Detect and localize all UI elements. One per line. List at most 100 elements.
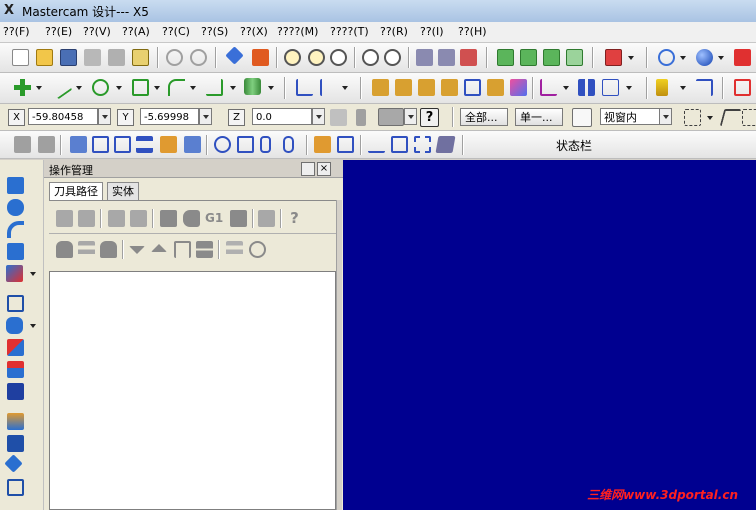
menu-analyze[interactable]: ??(A) — [122, 25, 150, 38]
feature-icon[interactable] — [7, 479, 24, 496]
curve-icon[interactable] — [7, 221, 24, 238]
draft-icon[interactable] — [7, 339, 24, 356]
scroll-icon[interactable] — [196, 241, 213, 258]
circle-icon[interactable] — [92, 79, 109, 96]
zoom-window-icon[interactable] — [284, 49, 301, 66]
undo-icon[interactable] — [166, 49, 183, 66]
rectangle-icon[interactable] — [132, 79, 149, 96]
menu-machine[interactable]: ????(M) — [277, 25, 318, 38]
operation-icon[interactable] — [14, 136, 31, 153]
rotate-icon[interactable] — [658, 49, 675, 66]
layout-icon[interactable] — [7, 435, 24, 452]
z-coordinate-label[interactable]: Z — [228, 109, 245, 126]
chevron-down-icon[interactable] — [626, 86, 632, 90]
cursor-select-icon[interactable] — [719, 109, 742, 126]
chevron-down-icon[interactable] — [154, 86, 160, 90]
print-preview-icon[interactable] — [132, 49, 149, 66]
simulate-icon[interactable] — [314, 136, 331, 153]
menu-solids[interactable]: ??(S) — [201, 25, 228, 38]
boundary-icon[interactable] — [414, 136, 431, 153]
y-coordinate-field[interactable]: -5.69998 — [140, 108, 199, 125]
analyze-icon[interactable] — [416, 49, 433, 66]
new-file-icon[interactable] — [12, 49, 29, 66]
close-icon[interactable]: × — [317, 162, 331, 176]
project-icon[interactable] — [510, 79, 527, 96]
solid-box-icon[interactable] — [734, 79, 751, 96]
zoom-in-icon[interactable] — [362, 49, 379, 66]
toggle-display-icon[interactable] — [78, 241, 95, 258]
cylinder-icon[interactable] — [260, 136, 271, 153]
chevron-down-icon[interactable] — [230, 86, 236, 90]
break-icon[interactable] — [320, 79, 337, 96]
panel-menu-icon[interactable] — [301, 162, 315, 176]
move-up-icon[interactable] — [7, 177, 24, 194]
select-all-button[interactable]: 全部... — [460, 108, 508, 126]
solid-union-icon[interactable] — [6, 317, 23, 334]
edit-icon[interactable] — [258, 210, 275, 227]
y-coordinate-dropdown[interactable] — [199, 108, 212, 125]
refresh-icon[interactable] — [7, 199, 24, 216]
post-toggle-icon[interactable] — [100, 241, 117, 258]
autocursor-dropdown[interactable] — [404, 108, 417, 125]
trim-icon[interactable] — [296, 79, 313, 96]
select-single-button[interactable]: 单一... — [515, 108, 563, 126]
zoom-out-icon[interactable] — [330, 49, 347, 66]
analyze-distance-icon[interactable] — [438, 49, 455, 66]
move-up-icon[interactable] — [151, 244, 167, 252]
redo-icon[interactable] — [190, 49, 207, 66]
selection-mode-icon[interactable] — [572, 108, 592, 127]
grid-icon[interactable] — [578, 79, 595, 96]
shading-icon[interactable] — [696, 49, 713, 66]
mirror-icon[interactable] — [441, 79, 458, 96]
push-icon[interactable] — [4, 454, 23, 473]
operation-icon[interactable] — [38, 136, 55, 153]
menu-toolpaths[interactable]: ????(T) — [330, 25, 369, 38]
chevron-down-icon[interactable] — [268, 86, 274, 90]
box-icon[interactable] — [7, 295, 24, 312]
help-icon[interactable]: ? — [420, 108, 439, 127]
solid-icon[interactable] — [734, 49, 751, 66]
high-speed-icon[interactable] — [230, 210, 247, 227]
chevron-down-icon[interactable] — [680, 86, 686, 90]
save-as-icon[interactable] — [84, 49, 101, 66]
view-select-dropdown[interactable] — [659, 108, 672, 125]
top-view-icon[interactable] — [520, 49, 537, 66]
right-view-icon[interactable] — [566, 49, 583, 66]
help-icon[interactable]: ? — [286, 210, 303, 227]
surface-icon[interactable] — [6, 265, 23, 282]
tab-solids[interactable]: 实体 — [107, 182, 139, 200]
save-icon[interactable] — [60, 49, 77, 66]
zoom-fit-icon[interactable] — [308, 49, 325, 66]
menu-edit[interactable]: ??(E) — [45, 25, 72, 38]
chevron-down-icon[interactable] — [707, 116, 713, 120]
setup-icon[interactable] — [136, 136, 153, 153]
verify-icon[interactable] — [160, 136, 177, 153]
operations-tree[interactable] — [49, 271, 336, 510]
sort-icon[interactable] — [656, 79, 668, 96]
chevron-down-icon[interactable] — [76, 86, 82, 90]
chevron-down-icon[interactable] — [680, 56, 686, 60]
stock-icon[interactable] — [114, 136, 131, 153]
thicken-icon[interactable] — [7, 383, 24, 400]
isometric-view-icon[interactable] — [497, 49, 514, 66]
select-all-operations-icon[interactable] — [56, 210, 73, 227]
cube-view-icon[interactable] — [605, 49, 622, 66]
x-coordinate-dropdown[interactable] — [98, 108, 111, 125]
offset-icon[interactable] — [464, 79, 481, 96]
chevron-down-icon[interactable] — [628, 56, 634, 60]
view-select-field[interactable]: 视窗内 — [600, 108, 660, 125]
warning-icon[interactable] — [356, 109, 366, 126]
chevron-down-icon[interactable] — [342, 86, 348, 90]
zoom-selected-icon[interactable] — [384, 49, 401, 66]
chamfer-icon[interactable] — [206, 79, 223, 96]
select-dirty-operations-icon[interactable] — [78, 210, 95, 227]
menu-file[interactable]: ??(F) — [3, 25, 30, 38]
pan-icon[interactable] — [225, 46, 244, 65]
front-view-icon[interactable] — [543, 49, 560, 66]
window-select-icon[interactable] — [684, 109, 701, 126]
move-down-icon[interactable] — [129, 246, 145, 254]
coil-icon[interactable] — [283, 136, 294, 153]
translate-icon[interactable] — [372, 79, 389, 96]
z-coordinate-field[interactable]: 0.0 — [252, 108, 312, 125]
relation-icon[interactable] — [602, 79, 619, 96]
